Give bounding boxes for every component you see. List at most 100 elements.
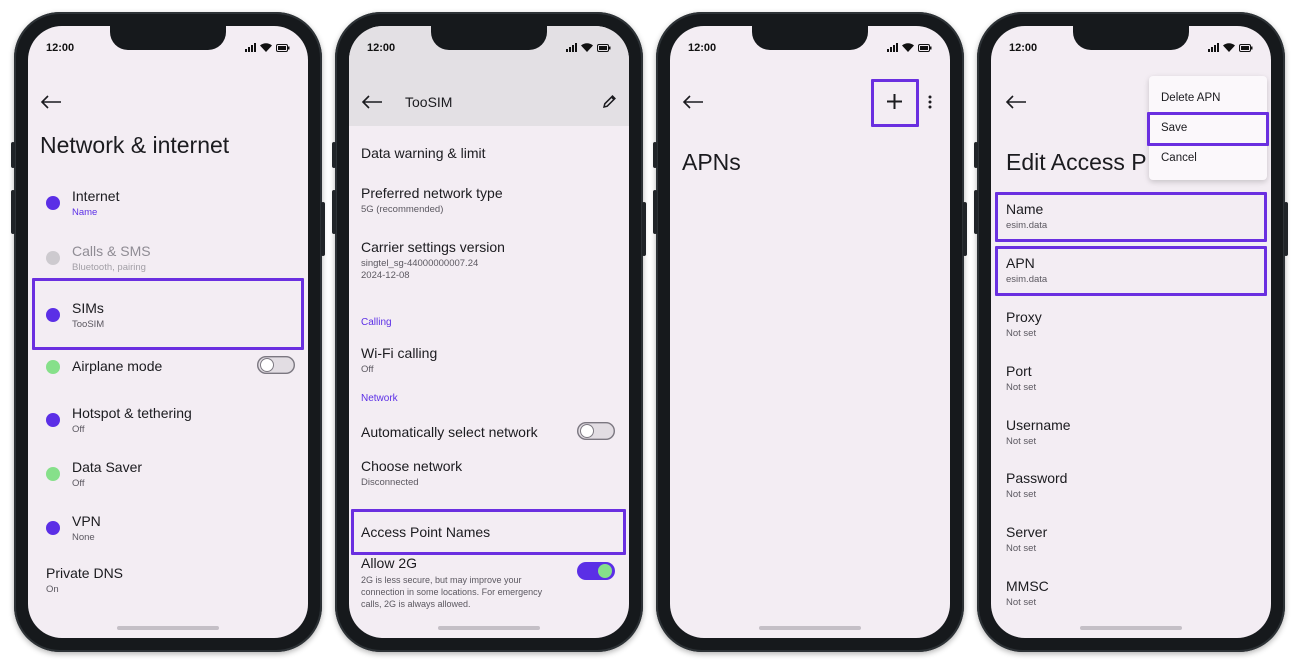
- field-label: Password: [1006, 470, 1068, 486]
- item-subtitle: Off: [72, 478, 85, 489]
- signal-icon: [245, 43, 256, 52]
- phone-frame-1: 12:00 Network & internet Internet Name C…: [11, 12, 325, 652]
- wifi-calling-item[interactable]: Wi-Fi calling Off: [361, 345, 437, 375]
- page-title: Edit Access P: [1006, 149, 1147, 175]
- wifi-icon: [260, 43, 272, 52]
- allow-2g-desc-line1: 2G is less secure, but may improve your: [361, 575, 522, 585]
- app-bar-title: TooSIM: [405, 94, 453, 110]
- item-title: Private DNS: [46, 565, 124, 581]
- field-server[interactable]: Server Not set: [1006, 524, 1047, 554]
- status-time: 12:00: [1009, 42, 1038, 54]
- status-time: 12:00: [367, 42, 396, 54]
- item-subtitle-line1: singtel_sg-44000000007.24: [361, 258, 479, 269]
- wifi-icon: [902, 43, 914, 52]
- item-subtitle-line2: 2024-12-08: [361, 270, 410, 281]
- item-title: Preferred network type: [361, 185, 503, 201]
- status-bar: 12:00: [28, 42, 308, 58]
- item-subtitle: None: [72, 532, 95, 543]
- field-port[interactable]: Port Not set: [1006, 363, 1036, 393]
- list-item-internet[interactable]: Internet Name: [28, 186, 308, 226]
- status-dot: [46, 251, 60, 265]
- signal-icon: [1208, 43, 1219, 52]
- auto-select-network-item[interactable]: Automatically select network: [349, 421, 629, 445]
- item-subtitle: Off: [72, 424, 85, 435]
- item-subtitle: 5G (recommended): [361, 204, 444, 215]
- section-header-calling: Calling: [361, 317, 392, 328]
- item-title: Data Saver: [72, 459, 143, 475]
- page-title: Network & internet: [40, 132, 230, 158]
- highlight-name: [995, 192, 1267, 242]
- arrow-left-icon[interactable]: [1005, 95, 1027, 109]
- battery-icon: [597, 43, 611, 52]
- field-mmsc[interactable]: MMSC Not set: [1006, 578, 1049, 608]
- more-vert-icon[interactable]: [928, 95, 932, 109]
- highlight-apn-field: [995, 246, 1267, 296]
- screen-apns: 12:00 APNs: [670, 26, 950, 638]
- item-subtitle: Disconnected: [361, 477, 419, 488]
- screen-network-internet: 12:00 Network & internet Internet Name C…: [28, 26, 308, 638]
- home-indicator[interactable]: [1080, 626, 1182, 630]
- home-indicator[interactable]: [438, 626, 540, 630]
- screen-toosim-settings: 12:00 TooSIM Data warning & limit Prefer…: [349, 26, 629, 638]
- status-dot: [46, 196, 60, 210]
- list-item-hotspot[interactable]: Hotspot & tethering Off: [28, 403, 308, 443]
- auto-select-toggle[interactable]: [577, 422, 615, 440]
- list-item-calls-sms[interactable]: Calls & SMS Bluetooth, pairing: [28, 241, 308, 281]
- battery-icon: [276, 43, 290, 52]
- screen-edit-access-point: 12:00 Edit Access P Delete APN Save Canc…: [991, 26, 1271, 638]
- arrow-left-icon[interactable]: [682, 95, 704, 109]
- field-label: MMSC: [1006, 578, 1049, 594]
- phone-frame-4: 12:00 Edit Access P Delete APN Save Canc…: [974, 12, 1288, 652]
- field-label: Proxy: [1006, 309, 1042, 325]
- menu-item-cancel[interactable]: Cancel: [1161, 152, 1197, 164]
- battery-icon: [918, 43, 932, 52]
- field-proxy[interactable]: Proxy Not set: [1006, 309, 1042, 339]
- section-header-network: Network: [361, 393, 398, 404]
- item-title: Choose network: [361, 458, 463, 474]
- field-label: Server: [1006, 524, 1048, 540]
- carrier-settings-item[interactable]: Carrier settings version singtel_sg-4400…: [361, 239, 505, 281]
- preferred-network-item[interactable]: Preferred network type 5G (recommended): [361, 185, 503, 215]
- item-subtitle: Bluetooth, pairing: [72, 262, 146, 273]
- airplane-mode-toggle[interactable]: [257, 356, 295, 374]
- arrow-left-icon[interactable]: [40, 95, 62, 109]
- phone-frame-3: 12:00 APNs: [653, 12, 967, 652]
- field-value: Not set: [1006, 489, 1037, 500]
- signal-icon: [566, 43, 577, 52]
- status-dot: [46, 467, 60, 481]
- menu-item-delete-apn[interactable]: Delete APN: [1161, 92, 1220, 104]
- home-indicator[interactable]: [117, 626, 219, 630]
- field-value: Not set: [1006, 382, 1037, 393]
- home-indicator[interactable]: [759, 626, 861, 630]
- list-item-vpn[interactable]: VPN None: [28, 511, 308, 551]
- signal-icon: [887, 43, 898, 52]
- field-value: Not set: [1006, 543, 1037, 554]
- choose-network-item[interactable]: Choose network Disconnected: [361, 458, 462, 488]
- list-item-private-dns[interactable]: Private DNS On: [46, 565, 296, 605]
- field-username[interactable]: Username Not set: [1006, 417, 1071, 447]
- field-password[interactable]: Password Not set: [1006, 470, 1067, 500]
- wifi-icon: [581, 43, 593, 52]
- status-dot: [46, 413, 60, 427]
- highlight-sims: [32, 278, 304, 350]
- item-title: Automatically select network: [361, 424, 538, 440]
- allow-2g-toggle[interactable]: [577, 562, 615, 580]
- item-title: Allow 2G: [361, 555, 418, 571]
- arrow-left-icon[interactable]: [361, 95, 383, 109]
- item-title: Carrier settings version: [361, 239, 505, 255]
- list-item-airplane-mode[interactable]: Airplane mode: [28, 356, 308, 386]
- item-title: Internet: [72, 188, 120, 204]
- pencil-icon[interactable]: [602, 94, 617, 109]
- status-dot: [46, 360, 60, 374]
- field-value: Not set: [1006, 328, 1037, 339]
- allow-2g-desc-line3: calls, 2G is always allowed.: [361, 599, 471, 609]
- battery-icon: [1239, 43, 1253, 52]
- field-value: Not set: [1006, 436, 1037, 447]
- status-bar: 12:00: [991, 42, 1271, 58]
- status-dot: [46, 521, 60, 535]
- list-item-data-saver[interactable]: Data Saver Off: [28, 457, 308, 497]
- allow-2g-item[interactable]: Allow 2G 2G is less secure, but may impr…: [349, 555, 629, 615]
- item-title: VPN: [72, 513, 101, 529]
- highlight-save: [1147, 112, 1269, 146]
- data-warning-item[interactable]: Data warning & limit: [361, 145, 486, 161]
